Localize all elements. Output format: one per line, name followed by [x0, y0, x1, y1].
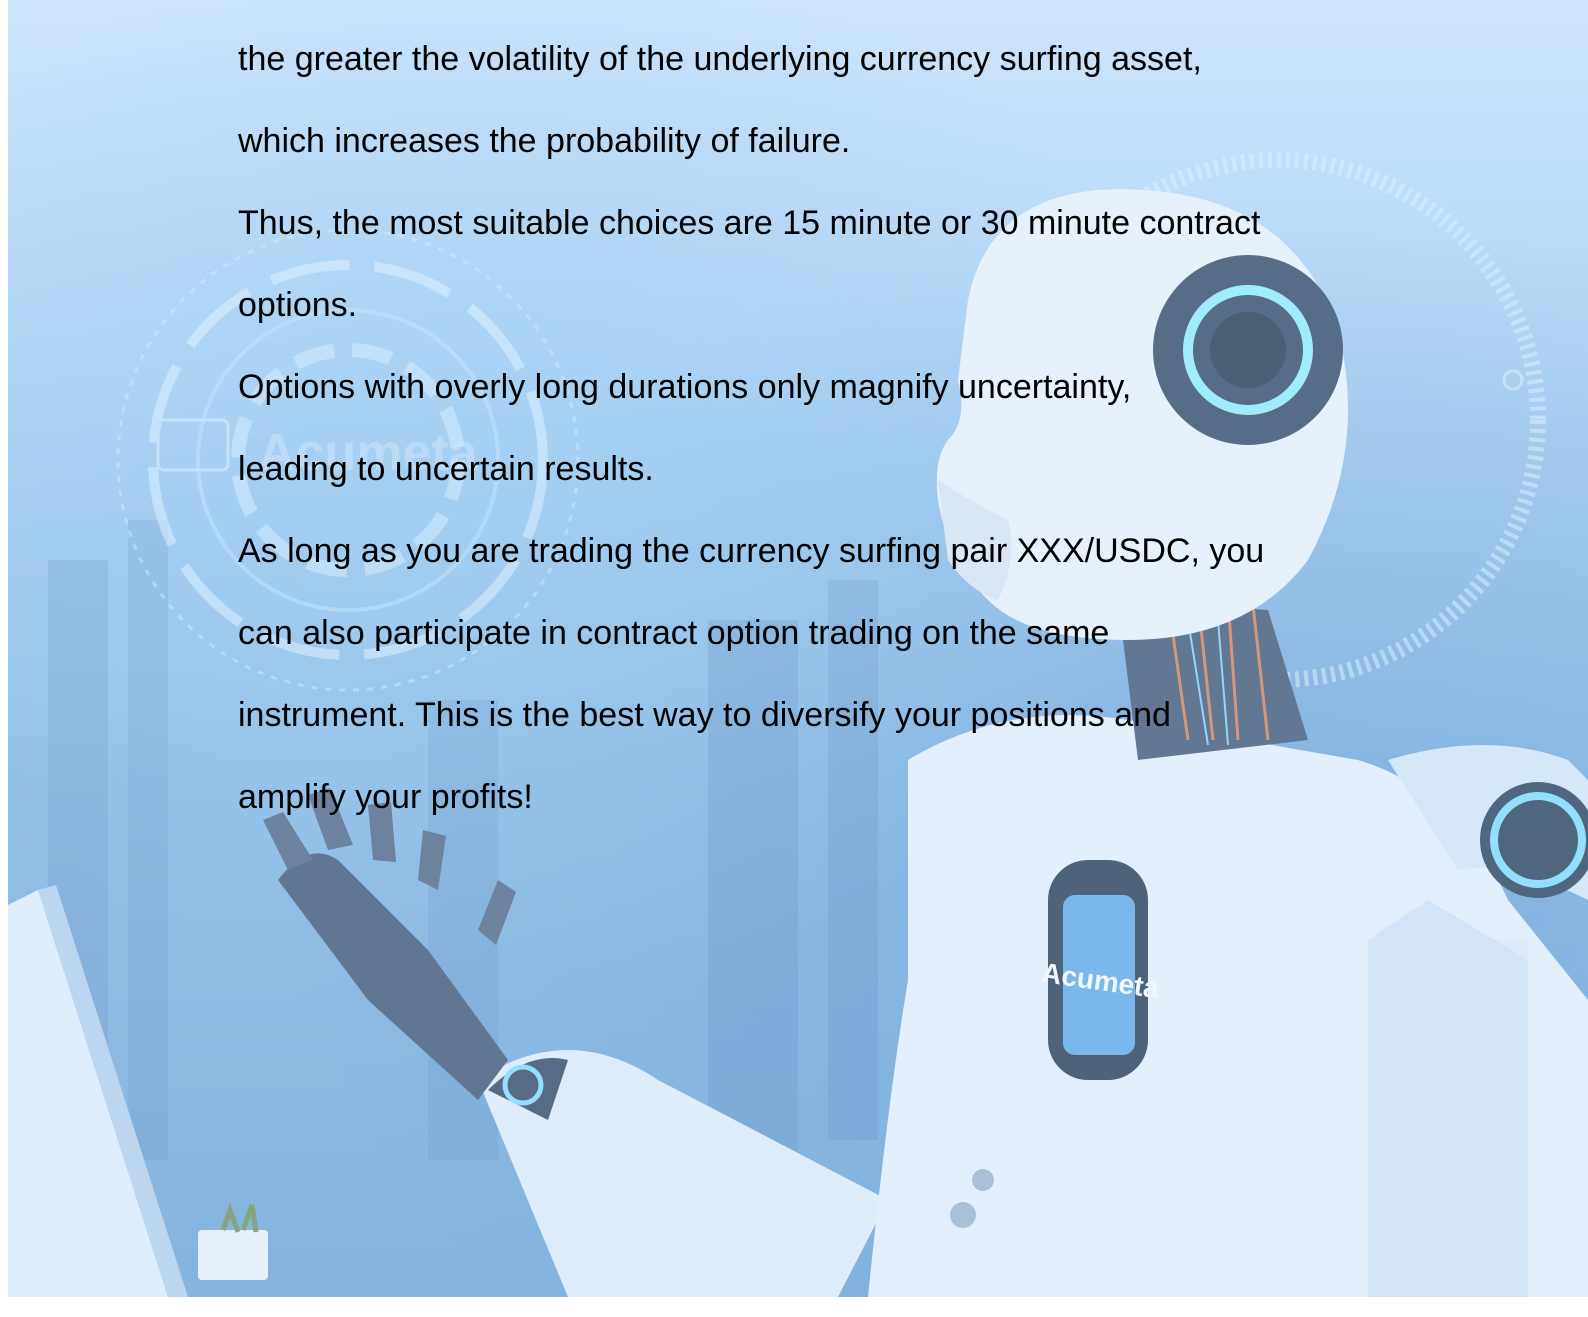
text-line: the greater the volatility of the underl…: [238, 40, 1202, 78]
text-line: amplify your profits!: [238, 778, 533, 816]
body-text: the greater the volatility of the underl…: [238, 18, 1368, 838]
text-line: Thus, the most suitable choices are 15 m…: [238, 204, 1261, 242]
text-line: can also participate in contract option …: [238, 614, 1110, 652]
text-line: As long as you are trading the currency …: [238, 532, 1265, 570]
page: Acumeta: [0, 0, 1588, 1317]
text-line: instrument. This is the best way to dive…: [238, 696, 1171, 734]
text-line: which increases the probability of failu…: [238, 122, 851, 160]
text-line: Options with overly long durations only …: [238, 368, 1132, 406]
text-line: options.: [238, 286, 358, 324]
text-line: leading to uncertain results.: [238, 450, 654, 488]
